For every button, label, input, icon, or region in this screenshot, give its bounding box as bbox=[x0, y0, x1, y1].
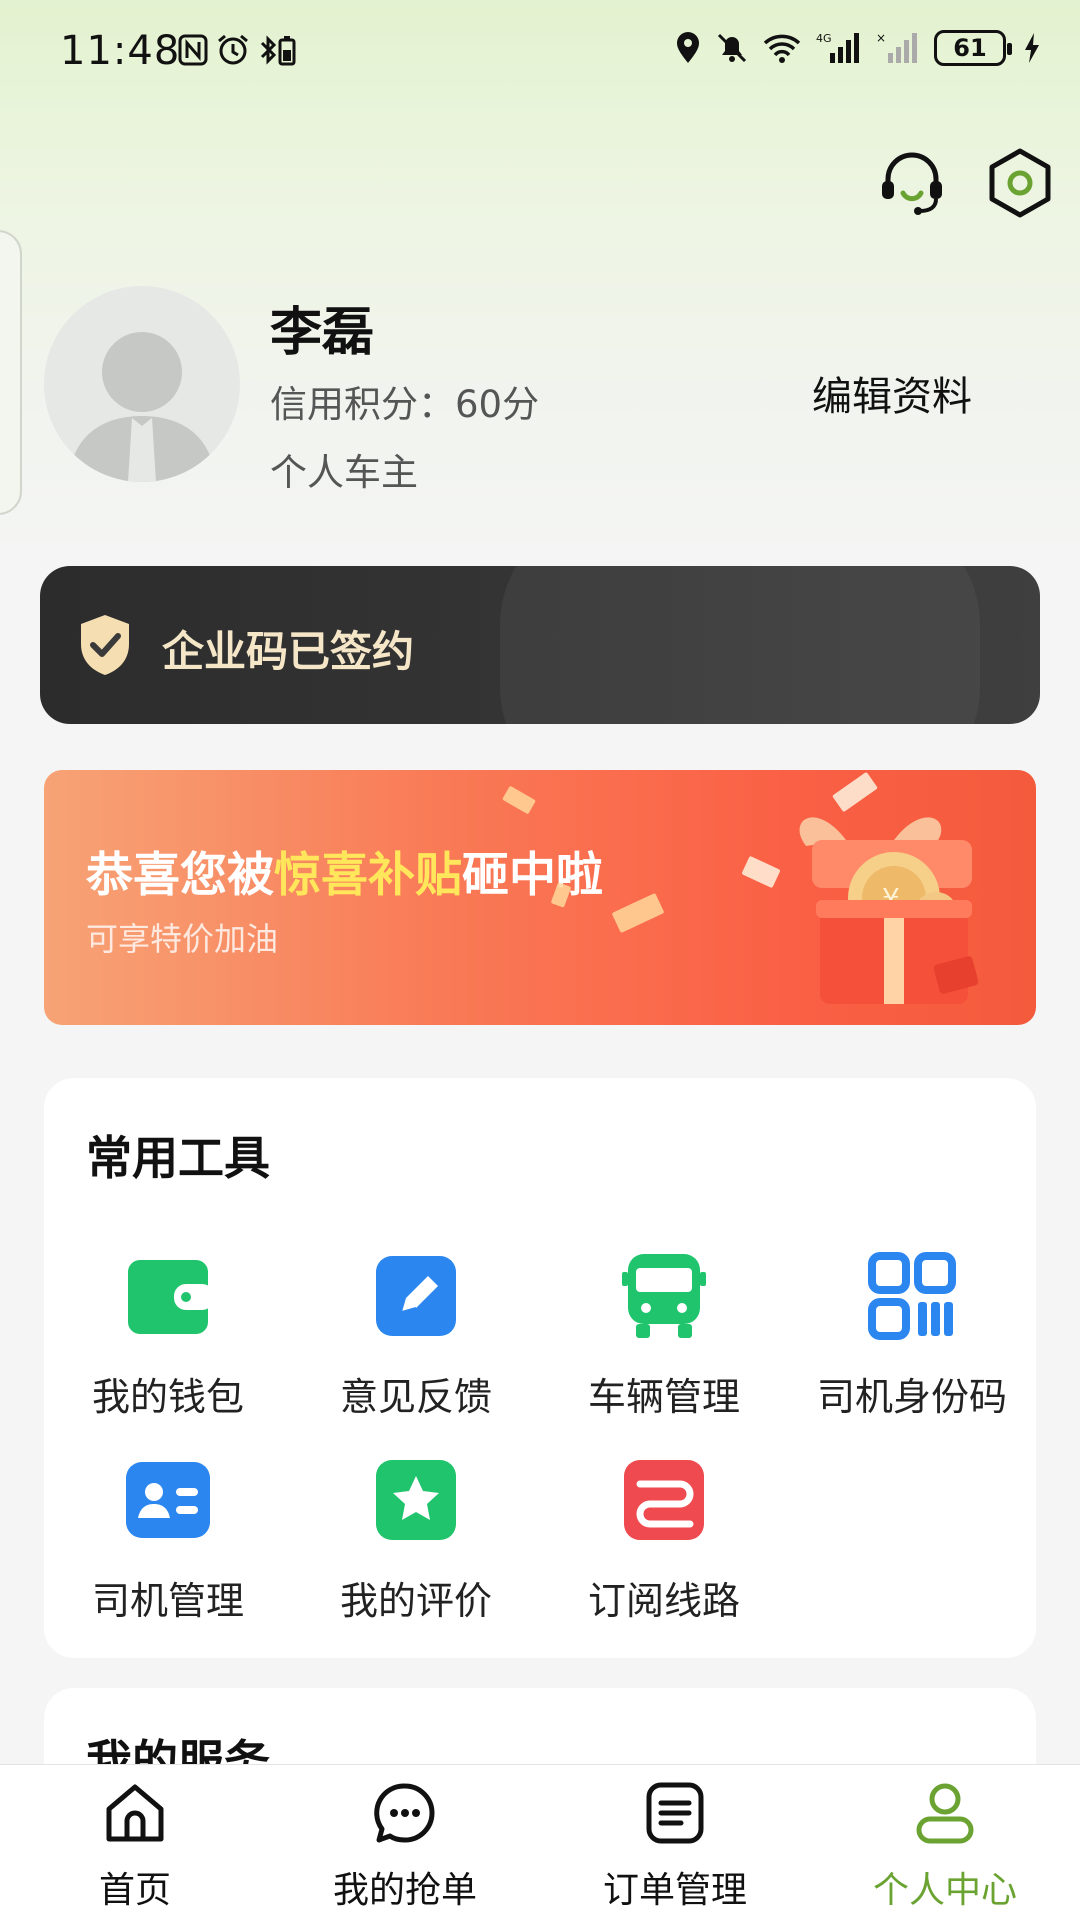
signal-weak-icon: × bbox=[876, 31, 917, 63]
nav-home[interactable]: 首页 bbox=[0, 1765, 270, 1920]
charging-icon bbox=[1025, 33, 1039, 63]
banner-subtitle: 可享特价加油 bbox=[86, 920, 279, 958]
settings-hexagon-icon[interactable] bbox=[982, 145, 1058, 221]
wallet-icon bbox=[128, 1260, 212, 1334]
nav-label: 订单管理 bbox=[602, 1870, 747, 1911]
status-left-icons bbox=[178, 34, 298, 66]
user-role: 个人车主 bbox=[270, 451, 418, 494]
tool-label: 订阅线路 bbox=[587, 1579, 740, 1623]
star-icon bbox=[376, 1460, 456, 1540]
id-card-icon bbox=[126, 1462, 210, 1538]
tool-label: 我的钱包 bbox=[91, 1375, 244, 1419]
route-icon bbox=[624, 1460, 704, 1540]
bluetooth-battery-icon bbox=[260, 35, 296, 66]
mute-bell-icon bbox=[717, 33, 747, 63]
enterprise-status-text: 企业码已签约 bbox=[162, 627, 415, 676]
gift-box-icon: ¥ bbox=[799, 817, 979, 1004]
tool-vehicle-management[interactable]: 车辆管理 bbox=[540, 1252, 788, 1432]
user-name: 李磊 bbox=[270, 303, 375, 363]
tools-title: 常用工具 bbox=[86, 1131, 270, 1185]
nav-label: 首页 bbox=[98, 1870, 171, 1911]
nav-label: 我的抢单 bbox=[332, 1870, 477, 1911]
nav-order-management[interactable]: 订单管理 bbox=[540, 1765, 810, 1920]
default-avatar-icon bbox=[68, 332, 216, 482]
confetti-piece bbox=[741, 855, 781, 889]
svg-text:×: × bbox=[876, 31, 886, 45]
confetti-piece bbox=[502, 785, 536, 815]
shield-check-icon bbox=[81, 615, 129, 675]
card-decoration bbox=[500, 566, 980, 724]
nav-label: 个人中心 bbox=[872, 1870, 1017, 1911]
battery-level: 61 bbox=[953, 34, 987, 62]
subsidy-banner[interactable]: 恭喜您被惊喜补贴砸中啦 可享特价加油 ¥ bbox=[44, 770, 1036, 1025]
tool-label: 司机身份码 bbox=[816, 1375, 1007, 1419]
user-icon bbox=[916, 1783, 974, 1844]
tool-driver-id-code[interactable]: 司机身份码 bbox=[788, 1252, 1036, 1432]
tool-label: 车辆管理 bbox=[587, 1375, 740, 1419]
status-right-icons: 4G × 61 bbox=[674, 30, 1040, 66]
tool-my-wallet[interactable]: 我的钱包 bbox=[44, 1252, 292, 1432]
nav-personal-center[interactable]: 个人中心 bbox=[810, 1765, 1080, 1920]
svg-text:4G: 4G bbox=[816, 32, 832, 45]
signal-4g-icon: 4G bbox=[816, 32, 859, 63]
home-icon bbox=[106, 1784, 164, 1842]
nav-my-orders-grab[interactable]: 我的抢单 bbox=[270, 1765, 540, 1920]
status-time: 11:48 bbox=[60, 28, 181, 74]
wifi-icon bbox=[763, 34, 801, 63]
tool-my-reviews[interactable]: 我的评价 bbox=[292, 1456, 540, 1636]
banner-title-prefix: 恭喜您被 bbox=[86, 848, 274, 903]
tool-feedback[interactable]: 意见反馈 bbox=[292, 1252, 540, 1432]
document-list-icon bbox=[646, 1782, 704, 1844]
chat-bubble-icon bbox=[374, 1783, 435, 1843]
tool-subscribe-route[interactable]: 订阅线路 bbox=[540, 1456, 788, 1636]
confetti-piece bbox=[611, 892, 665, 934]
banner-title: 恭喜您被惊喜补贴砸中啦 bbox=[86, 836, 603, 905]
battery-indicator: 61 bbox=[934, 30, 1012, 66]
location-icon bbox=[677, 32, 699, 63]
tool-label: 我的评价 bbox=[339, 1579, 492, 1623]
headset-icon[interactable] bbox=[874, 145, 950, 221]
avatar[interactable] bbox=[44, 286, 240, 482]
nfc-icon bbox=[178, 34, 208, 66]
qr-code-icon bbox=[868, 1252, 956, 1340]
tool-driver-management[interactable]: 司机管理 bbox=[44, 1456, 292, 1636]
edit-feedback-icon bbox=[376, 1256, 456, 1336]
credit-score: 信用积分：60分 bbox=[270, 383, 540, 426]
enterprise-code-card[interactable]: 企业码已签约 bbox=[40, 566, 1040, 724]
tool-label: 意见反馈 bbox=[339, 1375, 492, 1419]
alarm-icon bbox=[218, 34, 248, 65]
side-drawer-handle[interactable] bbox=[0, 230, 22, 515]
tool-label: 司机管理 bbox=[91, 1579, 244, 1623]
status-bar: 11:48 4G × 61 bbox=[0, 0, 1080, 100]
common-tools-card: 常用工具 我的钱包 意见反馈 车辆管理 司机身份码 司机管理 我的评价 订阅线路 bbox=[44, 1078, 1036, 1658]
banner-title-highlight: 惊喜补贴 bbox=[274, 848, 462, 903]
banner-title-suffix: 砸中啦 bbox=[462, 848, 603, 903]
edit-profile-button[interactable]: 编辑资料 bbox=[812, 364, 972, 422]
bottom-navigation: 首页 我的抢单 订单管理 个人中心 bbox=[0, 1764, 1080, 1920]
bus-icon bbox=[622, 1254, 706, 1338]
